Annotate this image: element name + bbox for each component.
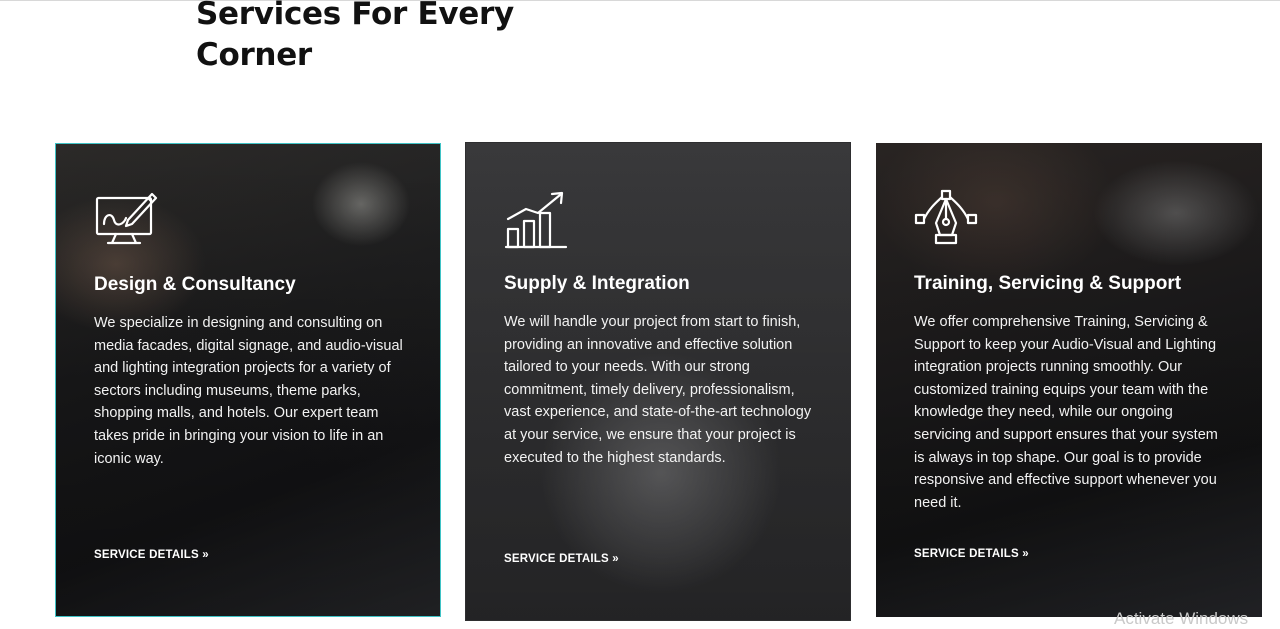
service-card-training: Training, Servicing & Support We offer c…: [876, 143, 1262, 617]
activate-windows-watermark: Activate Windows: [1114, 609, 1249, 628]
card-title: Design & Consultancy: [94, 274, 296, 295]
service-card-supply: Supply & Integration We will handle your…: [465, 142, 851, 621]
growth-chart-icon: [504, 191, 568, 249]
card-title: Training, Servicing & Support: [914, 273, 1182, 294]
card-description: We offer comprehensive Training, Servici…: [914, 314, 1218, 511]
service-card-design: Design & Consultancy We specialize in de…: [55, 143, 441, 617]
service-details-link[interactable]: SERVICE DETAILS »: [914, 548, 1029, 560]
section-title: Services For Every Corner: [196, 0, 514, 73]
pen-tool-icon: [914, 189, 978, 245]
card-description: We specialize in designing and consultin…: [94, 315, 403, 467]
card-description: We will handle your project from start t…: [504, 314, 812, 466]
service-details-link[interactable]: SERVICE DETAILS »: [504, 553, 619, 565]
monitor-design-icon: [95, 192, 158, 245]
top-divider: [0, 0, 1280, 1]
service-details-link[interactable]: SERVICE DETAILS »: [94, 549, 209, 561]
card-title: Supply & Integration: [504, 273, 690, 294]
